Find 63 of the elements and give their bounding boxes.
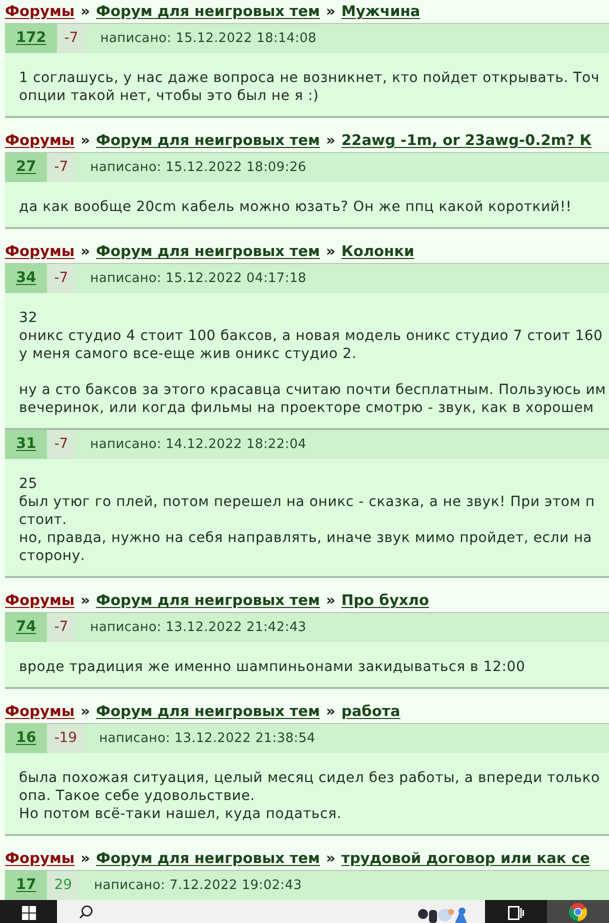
topic-link[interactable]: Про бухло	[341, 591, 429, 610]
section-link[interactable]: Форум для неигровых тем	[96, 242, 320, 261]
forums-link[interactable]: Форумы	[5, 242, 75, 261]
breadcrumb-separator: »	[80, 242, 90, 261]
topic-link[interactable]: Колонки	[341, 242, 414, 261]
post-date: написано: 15.12.2022 18:14:08	[100, 30, 316, 48]
post-text: вроде традиция же именно шампиньонами закидываться в 12:00	[19, 658, 526, 676]
post-score: -7	[57, 24, 86, 53]
section-link[interactable]: Форум для неигровых тем	[96, 849, 320, 868]
topic-link[interactable]: 22awg -1m, or 23awg-0.2m? К	[341, 131, 592, 150]
post-date: написано: 13.12.2022 21:42:43	[90, 618, 306, 637]
breadcrumb-separator: »	[326, 702, 336, 721]
windows-icon	[22, 906, 36, 920]
topic-link[interactable]: трудовой договор или как се	[341, 849, 590, 868]
post-number-link[interactable]: 74	[5, 613, 48, 642]
post-text: была похожая ситуация, целый месяц сидел без работы, а впереди только опа. Такое себе удовольствие. Но потом всё-таки нашел, куда податься.	[19, 769, 601, 823]
post-score: -7	[47, 264, 76, 293]
breadcrumb-separator: »	[326, 242, 336, 261]
post-text: 25 был утюг го плей, потом перешел на оникс - сказка, а не звук! При этом п стоит. но, правда, нужно на себя направлять, иначе звук мимо пройдет, если на сторону.	[19, 475, 596, 565]
post-number-link[interactable]: 31	[5, 430, 48, 459]
chrome-browser-icon	[569, 903, 587, 921]
section-link[interactable]: Форум для неигровых тем	[96, 2, 320, 21]
post-date: написано: 15.12.2022 18:09:26	[90, 158, 306, 177]
post-score: -19	[47, 724, 84, 753]
post-date: написано: 14.12.2022 18:22:04	[90, 436, 306, 454]
post-score: -7	[47, 430, 76, 459]
post-date: написано: 13.12.2022 21:38:54	[99, 730, 316, 748]
post-number-link[interactable]: 17	[5, 871, 48, 900]
forums-link[interactable]: Форумы	[5, 702, 75, 721]
section-link[interactable]: Форум для неигровых тем	[96, 702, 320, 721]
search-icon	[79, 905, 93, 919]
post-number-link[interactable]: 16	[5, 724, 48, 753]
browser-taskbar-button[interactable]	[547, 900, 609, 923]
breadcrumb-separator: »	[80, 2, 90, 21]
post-number-link[interactable]: 172	[5, 24, 58, 53]
post-date: написано: 15.12.2022 04:17:18	[90, 270, 306, 288]
forums-link[interactable]: Форумы	[5, 591, 75, 610]
search-field[interactable]	[57, 900, 485, 923]
forums-link[interactable]: Форумы	[5, 849, 75, 868]
post-score: -7	[47, 153, 76, 182]
post-text: да как вообще 20cm кабель можно юзать? Он же ппц какой короткий!!	[19, 198, 573, 216]
topic-link[interactable]: работа	[341, 702, 400, 721]
post-score: 29	[47, 871, 80, 900]
post-text: 32 оникс студио 4 стоит 100 баксов, а новая модель оникс студио 7 стоит 160 у меня самого все-еще жив оникс студио 2. ну а сто баксов за этого красавца считаю почти бесплатным. Пользуюсь им вечеринок, или когда фильмы на проекторе смотрю - звук, как в хорошем	[19, 309, 608, 417]
section-link[interactable]: Форум для неигровых тем	[96, 591, 320, 610]
breadcrumb-separator: »	[80, 702, 90, 721]
forums-link[interactable]: Форумы	[5, 131, 75, 150]
section-link[interactable]: Форум для неигровых тем	[96, 131, 320, 150]
topic-link[interactable]: Мужчина	[341, 2, 420, 21]
breadcrumb-separator: »	[326, 131, 336, 150]
breadcrumb-separator: »	[80, 849, 90, 868]
forums-link[interactable]: Форумы	[5, 2, 75, 21]
post-number-link[interactable]: 27	[5, 153, 48, 182]
post-date: написано: 7.12.2022 19:02:43	[94, 876, 302, 895]
task-view-icon	[508, 906, 524, 920]
breadcrumb-separator: »	[80, 591, 90, 610]
breadcrumb-separator: »	[326, 2, 336, 21]
breadcrumb-separator: »	[326, 591, 336, 610]
post-score: -7	[47, 613, 76, 642]
post-number-link[interactable]: 34	[5, 264, 48, 293]
breadcrumb-separator: »	[80, 131, 90, 150]
breadcrumb-separator: »	[326, 849, 336, 868]
post-text: 1 соглашусь, у нас даже вопроса не возникнет, кто пойдет открывать. Точ опции такой нет, чтобы это был не я :)	[19, 69, 600, 105]
